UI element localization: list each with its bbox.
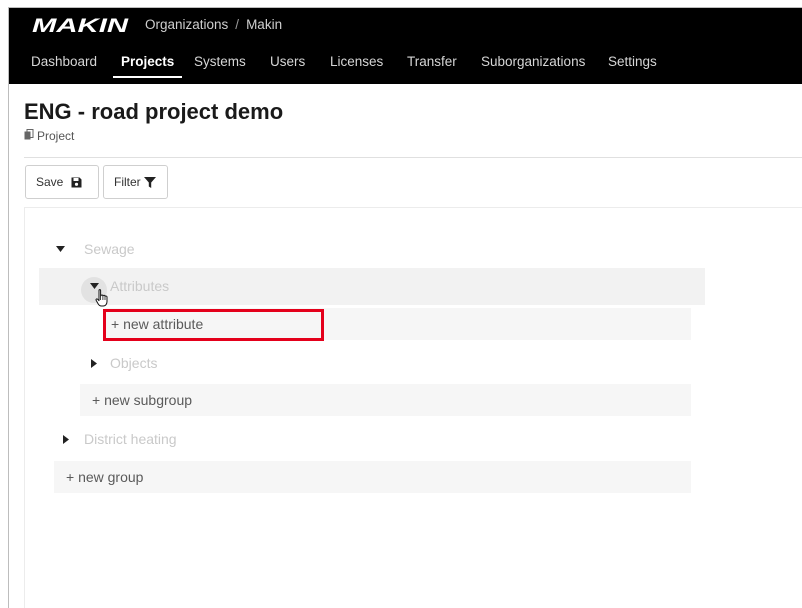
svg-text:MAKIN: MAKIN <box>32 16 130 36</box>
tree-group-sewage-label: Sewage <box>84 241 135 257</box>
save-button[interactable]: Save <box>25 165 99 199</box>
nav-users[interactable]: Users <box>270 46 305 84</box>
breadcrumb: Organizations / Makin <box>145 17 282 32</box>
nav-transfer[interactable]: Transfer <box>407 46 457 84</box>
active-tab-indicator <box>113 76 183 78</box>
hand-pointer-icon <box>95 289 108 307</box>
makin-logo[interactable]: MAKIN <box>31 16 131 36</box>
tree-subgroup-attributes-content: Attributes <box>89 270 389 302</box>
new-subgroup-label: + new subgroup <box>92 392 193 408</box>
caret-down-icon[interactable] <box>55 246 65 252</box>
tree-group-district-heating[interactable]: District heating <box>61 423 361 455</box>
document-icon <box>24 129 34 143</box>
nav-licenses[interactable]: Licenses <box>330 46 383 84</box>
filter-button-label: Filter <box>114 175 141 189</box>
tree-subgroup-attributes-label: Attributes <box>110 278 170 294</box>
breadcrumb-separator: / <box>235 17 240 32</box>
header-divider <box>24 157 802 158</box>
breadcrumb-organizations[interactable]: Organizations <box>145 17 228 32</box>
new-subgroup-button[interactable]: + new subgroup <box>80 384 691 416</box>
page-subtitle: Project <box>24 129 74 143</box>
tree-subgroup-objects[interactable]: Objects <box>89 347 389 379</box>
nav-projects-label: Projects <box>121 54 175 69</box>
save-button-label: Save <box>36 175 64 189</box>
caret-right-icon[interactable] <box>61 434 71 444</box>
nav-suborganizations[interactable]: Suborganizations <box>481 46 585 84</box>
top-navigation-bar: MAKIN Organizations / Makin Dashboard Proj… <box>9 8 802 84</box>
nav-systems[interactable]: Systems <box>194 46 246 84</box>
new-group-button[interactable]: + new group <box>54 461 691 493</box>
funnel-icon <box>143 176 156 188</box>
page-subtitle-label: Project <box>37 129 75 143</box>
floppy-disk-icon <box>71 177 82 188</box>
nav-projects[interactable]: Projects <box>113 46 183 84</box>
breadcrumb-makin[interactable]: Makin <box>246 17 282 32</box>
nav-settings[interactable]: Settings <box>608 46 657 84</box>
tree-group-sewage[interactable]: Sewage <box>55 233 455 265</box>
main-nav: Dashboard Projects Systems Users License… <box>9 46 802 84</box>
filter-button[interactable]: Filter <box>103 165 168 199</box>
nav-dashboard[interactable]: Dashboard <box>31 46 97 84</box>
app-window: MAKIN Organizations / Makin Dashboard Proj… <box>8 7 802 608</box>
new-group-label: + new group <box>66 469 144 485</box>
tree-group-district-heating-label: District heating <box>84 431 177 447</box>
tree-subgroup-objects-label: Objects <box>110 355 158 371</box>
page-title: ENG - road project demo <box>24 99 284 124</box>
highlight-box <box>103 309 324 341</box>
caret-right-icon[interactable] <box>89 358 99 368</box>
